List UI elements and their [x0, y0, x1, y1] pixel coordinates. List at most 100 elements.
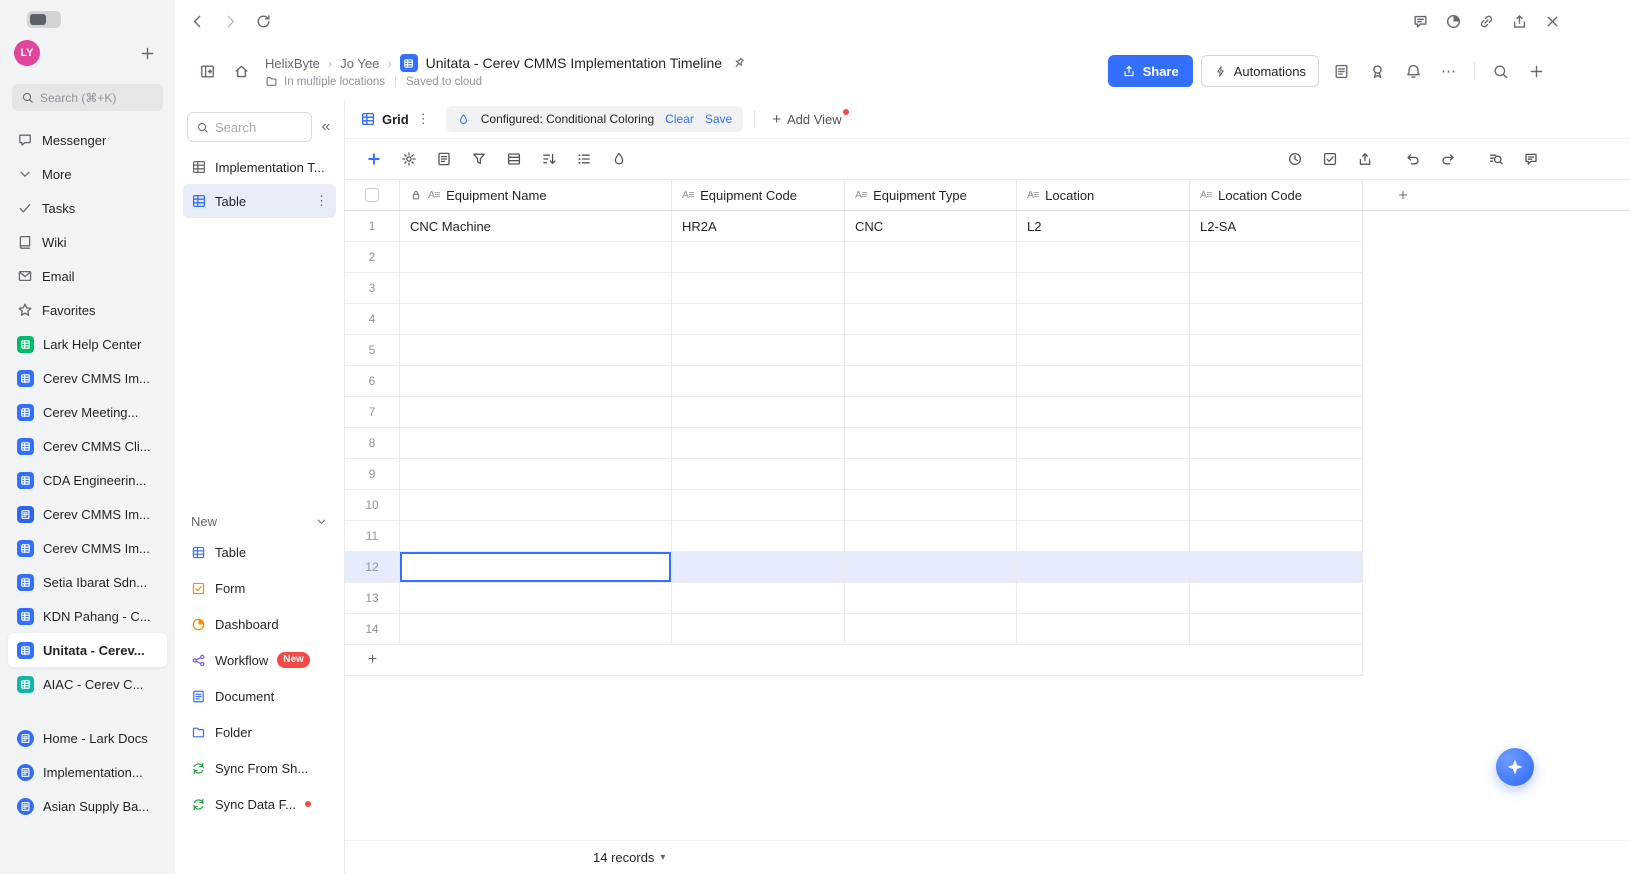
grid-cell[interactable]: CNC Machine: [400, 211, 672, 242]
grid-cell[interactable]: [845, 459, 1017, 490]
add-icon[interactable]: [133, 39, 161, 67]
grid-cell[interactable]: [400, 428, 672, 459]
grid-cell[interactable]: [1017, 459, 1190, 490]
search-icon[interactable]: [1486, 57, 1514, 85]
grid-cell[interactable]: [1017, 614, 1190, 645]
record-count-button[interactable]: 14 records ▾: [593, 850, 665, 865]
share-button[interactable]: Share: [1107, 55, 1193, 87]
forward-icon[interactable]: [216, 7, 244, 35]
table-item-implementation-t[interactable]: Implementation T...: [183, 150, 336, 184]
sidebar-item-setia-ibarat-sdn[interactable]: Setia Ibarat Sdn...: [8, 565, 167, 599]
table-search-input[interactable]: Search: [187, 112, 312, 142]
undo-icon[interactable]: [1398, 145, 1428, 173]
add-record-row[interactable]: +: [345, 645, 1363, 676]
sidebar-item-cerev-meeting[interactable]: Cerev Meeting...: [8, 395, 167, 429]
history-icon[interactable]: [1280, 145, 1310, 173]
share-view-icon[interactable]: [1350, 145, 1380, 173]
add-view-button[interactable]: + Add View: [766, 108, 849, 128]
grid-cell[interactable]: [1017, 490, 1190, 521]
sidebar-item-implementation[interactable]: Implementation...: [8, 755, 167, 789]
comments-icon[interactable]: [1516, 145, 1546, 173]
grid-cell[interactable]: [672, 583, 845, 614]
close-icon[interactable]: [1538, 7, 1566, 35]
grid-cell[interactable]: [1017, 552, 1190, 583]
sidebar-item-cerev-cmms-cli[interactable]: Cerev CMMS Cli...: [8, 429, 167, 463]
automations-button[interactable]: Automations: [1200, 55, 1319, 87]
sidebar-item-unitata-cerev[interactable]: Unitata - Cerev...: [8, 633, 167, 667]
sidebar-item-favorites[interactable]: Favorites: [8, 293, 167, 327]
grid-cell[interactable]: [845, 273, 1017, 304]
grid-cell[interactable]: [845, 242, 1017, 273]
grid-cell[interactable]: [845, 335, 1017, 366]
notifications-icon[interactable]: [1399, 57, 1427, 85]
reload-icon[interactable]: [249, 7, 277, 35]
grid-cell[interactable]: HR2A: [672, 211, 845, 242]
row-number[interactable]: 5: [345, 335, 400, 366]
sidebar-item-tasks[interactable]: Tasks: [8, 191, 167, 225]
row-number[interactable]: 8: [345, 428, 400, 459]
grid-cell[interactable]: [400, 273, 672, 304]
redo-icon[interactable]: [1433, 145, 1463, 173]
grid-cell[interactable]: [845, 552, 1017, 583]
grid-cell[interactable]: [1190, 428, 1363, 459]
grid-cell[interactable]: [1190, 521, 1363, 552]
grid-cell[interactable]: [1017, 335, 1190, 366]
grid-cell[interactable]: [672, 552, 845, 583]
grid-cell[interactable]: [1190, 366, 1363, 397]
more-icon[interactable]: ⋯: [1435, 57, 1463, 85]
activity-icon[interactable]: [1439, 7, 1467, 35]
grid-cell[interactable]: [672, 490, 845, 521]
save-button[interactable]: Save: [705, 112, 732, 126]
group-icon[interactable]: [569, 145, 599, 173]
grid-cell[interactable]: [1190, 552, 1363, 583]
copy-link-icon[interactable]: [1472, 7, 1500, 35]
new-item-folder[interactable]: Folder: [183, 714, 336, 750]
coloring-icon[interactable]: [604, 145, 634, 173]
sidebar-item-more[interactable]: More: [8, 157, 167, 191]
grid-cell[interactable]: [672, 614, 845, 645]
grid-cell[interactable]: [400, 304, 672, 335]
more-icon[interactable]: ⋮: [315, 193, 328, 209]
user-avatar[interactable]: LY: [14, 40, 40, 66]
grid-cell[interactable]: [1017, 521, 1190, 552]
filter-icon[interactable]: [464, 145, 494, 173]
row-number[interactable]: 10: [345, 490, 400, 521]
grid-cell[interactable]: L2: [1017, 211, 1190, 242]
grid-cell[interactable]: [400, 335, 672, 366]
row-number[interactable]: 11: [345, 521, 400, 552]
grid-cell[interactable]: [400, 583, 672, 614]
grid-cell[interactable]: [1190, 614, 1363, 645]
new-item-workflow[interactable]: Workflow New: [183, 642, 336, 678]
sidebar-item-asian-supply-ba[interactable]: Asian Supply Ba...: [8, 789, 167, 823]
grid-cell[interactable]: [672, 428, 845, 459]
grid-cell[interactable]: [845, 366, 1017, 397]
grid-cell[interactable]: [1017, 304, 1190, 335]
grid-cell[interactable]: [845, 490, 1017, 521]
sidebar-item-lark-help-center[interactable]: Lark Help Center: [8, 327, 167, 361]
grid-cell[interactable]: CNC: [845, 211, 1017, 242]
select-all-cell[interactable]: [345, 180, 400, 210]
row-number[interactable]: 12: [345, 552, 400, 583]
search-records-icon[interactable]: [1481, 145, 1511, 173]
tasks-icon[interactable]: [1315, 145, 1345, 173]
sidebar-item-home-lark-docs[interactable]: Home - Lark Docs: [8, 721, 167, 755]
grid-cell[interactable]: [672, 521, 845, 552]
grid-cell[interactable]: [672, 397, 845, 428]
add-field-button[interactable]: [1363, 180, 1443, 210]
row-height-icon[interactable]: [499, 145, 529, 173]
grid-cell[interactable]: [1190, 335, 1363, 366]
column-header-equipment-type[interactable]: A≡ Equipment Type: [845, 180, 1017, 210]
grid-cell[interactable]: [1190, 304, 1363, 335]
back-icon[interactable]: [183, 7, 211, 35]
grid-cell[interactable]: [845, 583, 1017, 614]
grid-cell[interactable]: [845, 521, 1017, 552]
sidebar-toggle-icon[interactable]: [193, 57, 221, 85]
new-item-dashboard[interactable]: Dashboard: [183, 606, 336, 642]
grid-cell[interactable]: [1190, 273, 1363, 304]
grid-cell[interactable]: [672, 366, 845, 397]
form-icon[interactable]: [1327, 57, 1355, 85]
grid-cell[interactable]: [400, 614, 672, 645]
grid-cell[interactable]: [672, 304, 845, 335]
grid-cell[interactable]: [672, 335, 845, 366]
table-item-table[interactable]: Table ⋮: [183, 184, 336, 218]
